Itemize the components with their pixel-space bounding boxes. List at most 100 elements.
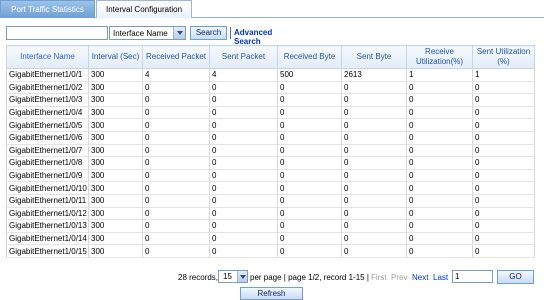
chevron-down-icon[interactable] <box>173 27 185 39</box>
search-button[interactable]: Search <box>190 26 227 40</box>
cell-interval: 300 <box>88 144 143 158</box>
cell-received-packet: 0 <box>142 81 210 95</box>
cell-received-byte: 0 <box>277 244 342 258</box>
cell-received-packet: 0 <box>142 219 210 233</box>
cell-sent-packet: 0 <box>209 144 278 158</box>
cell-interval: 300 <box>88 232 143 246</box>
refresh-button[interactable]: Refresh <box>240 287 303 300</box>
page-number-input[interactable] <box>452 270 493 283</box>
advanced-search-link[interactable]: Advanced Search <box>234 28 272 46</box>
table-row[interactable]: GigabitEthernet1/0/2 300 0 0 0 0 0 0 <box>6 81 535 95</box>
cell-sent-packet: 0 <box>209 93 278 107</box>
column-header-sent-utilization[interactable]: Sent Utilization (%) <box>472 45 535 69</box>
cell-sent-byte: 0 <box>341 194 407 208</box>
cell-interface-name: GigabitEthernet1/0/7 <box>6 144 89 158</box>
cell-sent-packet: 4 <box>209 68 278 82</box>
cell-sent-utilization: 0 <box>472 194 535 208</box>
last-page-link[interactable]: Last <box>433 273 448 282</box>
cell-sent-byte: 0 <box>341 207 407 221</box>
cell-interval: 300 <box>88 181 143 195</box>
cell-sent-packet: 0 <box>209 207 278 221</box>
cell-sent-packet: 0 <box>209 244 278 258</box>
column-header-received-byte[interactable]: Received Byte <box>277 45 342 69</box>
table-row[interactable]: GigabitEthernet1/0/14 300 0 0 0 0 0 0 <box>6 232 535 246</box>
table-body: GigabitEthernet1/0/1 300 4 4 500 2613 1 1 Gigabi… <box>6 68 535 258</box>
per-page-select[interactable]: 15 <box>218 270 248 283</box>
cell-sent-utilization: 0 <box>472 144 535 158</box>
cell-sent-utilization: 0 <box>472 106 535 120</box>
table-row[interactable]: GigabitEthernet1/0/4 300 0 0 0 0 0 0 <box>6 106 535 120</box>
cell-sent-packet: 0 <box>209 118 278 132</box>
table-row[interactable]: GigabitEthernet1/0/9 300 0 0 0 0 0 0 <box>6 169 535 183</box>
cell-sent-utilization: 0 <box>472 93 535 107</box>
table-row[interactable]: GigabitEthernet1/0/7 300 0 0 0 0 0 0 <box>6 144 535 158</box>
search-field-select[interactable]: Interface Name <box>109 26 186 40</box>
separator <box>230 27 231 39</box>
go-button[interactable]: GO <box>497 270 534 284</box>
table-row[interactable]: GigabitEthernet1/0/8 300 0 0 0 0 0 0 <box>6 156 535 170</box>
cell-sent-byte: 0 <box>341 181 407 195</box>
cell-received-byte: 0 <box>277 169 342 183</box>
tab-port-traffic-statistics[interactable]: Port Traffic Statistics <box>0 0 95 18</box>
cell-sent-packet: 0 <box>209 81 278 95</box>
table-row[interactable]: GigabitEthernet1/0/5 300 0 0 0 0 0 0 <box>6 118 535 132</box>
cell-sent-byte: 0 <box>341 219 407 233</box>
cell-received-packet: 0 <box>142 156 210 170</box>
chevron-down-icon[interactable] <box>237 271 247 282</box>
cell-received-byte: 0 <box>277 144 342 158</box>
column-header-sent-packet[interactable]: Sent Packet <box>209 45 278 69</box>
table-row[interactable]: GigabitEthernet1/0/1 300 4 4 500 2613 1 1 <box>6 68 535 82</box>
cell-sent-utilization: 0 <box>472 207 535 221</box>
cell-interval: 300 <box>88 106 143 120</box>
cell-sent-byte: 0 <box>341 169 407 183</box>
search-input[interactable] <box>6 26 108 40</box>
cell-interface-name: GigabitEthernet1/0/4 <box>6 106 89 120</box>
column-header-interface-name[interactable]: Interface Name <box>6 45 89 69</box>
cell-receive-utilization: 0 <box>406 144 473 158</box>
cell-sent-utilization: 0 <box>472 131 535 145</box>
cell-interval: 300 <box>88 194 143 208</box>
cell-interval: 300 <box>88 93 143 107</box>
prev-page-link[interactable]: Prev <box>391 273 407 282</box>
cell-interval: 300 <box>88 81 143 95</box>
cell-interface-name: GigabitEthernet1/0/11 <box>6 194 89 208</box>
cell-sent-byte: 0 <box>341 232 407 246</box>
column-header-sent-byte[interactable]: Sent Byte <box>341 45 407 69</box>
cell-received-byte: 0 <box>277 118 342 132</box>
tab-interval-configuration[interactable]: Interval Configuration <box>96 0 192 18</box>
cell-sent-utilization: 0 <box>472 232 535 246</box>
cell-received-packet: 0 <box>142 106 210 120</box>
cell-receive-utilization: 0 <box>406 169 473 183</box>
column-header-receive-utilization[interactable]: Receive Utilization(%) <box>406 45 473 69</box>
per-page-value: 15 <box>223 272 232 281</box>
table-row[interactable]: GigabitEthernet1/0/10 300 0 0 0 0 0 0 <box>6 181 535 195</box>
column-header-received-packet[interactable]: Received Packet <box>142 45 210 69</box>
cell-sent-utilization: 0 <box>472 169 535 183</box>
cell-sent-byte: 0 <box>341 144 407 158</box>
cell-interval: 300 <box>88 68 143 82</box>
cell-interface-name: GigabitEthernet1/0/12 <box>6 207 89 221</box>
cell-sent-utilization: 1 <box>472 68 535 82</box>
table-row[interactable]: GigabitEthernet1/0/3 300 0 0 0 0 0 0 <box>6 93 535 107</box>
table-row[interactable]: GigabitEthernet1/0/13 300 0 0 0 0 0 0 <box>6 219 535 233</box>
cell-receive-utilization: 0 <box>406 131 473 145</box>
port-traffic-table: Interface Name Interval (Sec) Received P… <box>6 45 535 258</box>
next-page-link[interactable]: Next <box>412 273 428 282</box>
cell-receive-utilization: 0 <box>406 194 473 208</box>
cell-sent-byte: 0 <box>341 156 407 170</box>
cell-received-byte: 0 <box>277 219 342 233</box>
cell-sent-byte: 0 <box>341 244 407 258</box>
cell-interval: 300 <box>88 118 143 132</box>
cell-receive-utilization: 0 <box>406 81 473 95</box>
column-header-interval[interactable]: Interval (Sec) <box>88 45 143 69</box>
table-row[interactable]: GigabitEthernet1/0/15 300 0 0 0 0 0 0 <box>6 244 535 258</box>
cell-sent-packet: 0 <box>209 181 278 195</box>
table-row[interactable]: GigabitEthernet1/0/6 300 0 0 0 0 0 0 <box>6 131 535 145</box>
table-row[interactable]: GigabitEthernet1/0/11 300 0 0 0 0 0 0 <box>6 194 535 208</box>
cell-received-packet: 0 <box>142 169 210 183</box>
first-page-link[interactable]: First <box>371 273 387 282</box>
cell-sent-utilization: 0 <box>472 244 535 258</box>
cell-sent-utilization: 0 <box>472 118 535 132</box>
cell-received-packet: 0 <box>142 144 210 158</box>
table-row[interactable]: GigabitEthernet1/0/12 300 0 0 0 0 0 0 <box>6 207 535 221</box>
